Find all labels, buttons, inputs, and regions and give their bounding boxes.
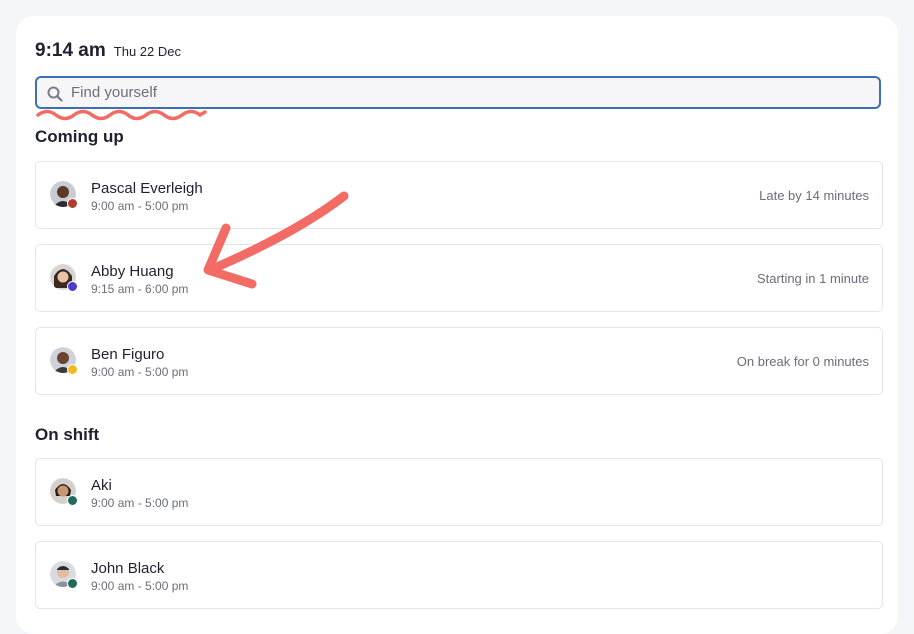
status-dot xyxy=(67,198,78,209)
person-name: Ben Figuro xyxy=(91,346,165,363)
status-dot xyxy=(67,495,78,506)
person-card-pascal[interactable]: Pascal Everleigh 9:00 am - 5:00 pm Late … xyxy=(35,161,883,229)
shift-hours: 9:00 am - 5:00 pm xyxy=(91,496,189,510)
shift-status: Starting in 1 minute xyxy=(756,271,869,286)
person-name: Pascal Everleigh xyxy=(91,180,203,197)
search-box[interactable] xyxy=(35,76,881,109)
app-frame: 9:14 am Thu 22 Dec Coming up Pascal Ever… xyxy=(16,16,898,634)
person-card-abby[interactable]: Abby Huang 9:15 am - 6:00 pm Starting in… xyxy=(35,244,883,312)
shift-hours: 9:00 am - 5:00 pm xyxy=(91,365,189,379)
status-dot xyxy=(67,578,78,589)
shift-hours: 9:00 am - 5:00 pm xyxy=(91,579,189,593)
shift-hours: 9:00 am - 5:00 pm xyxy=(91,199,189,213)
header: 9:14 am Thu 22 Dec xyxy=(35,40,181,62)
search-input[interactable] xyxy=(71,78,851,107)
person-name: Abby Huang xyxy=(91,263,174,280)
shift-status: Late by 14 minutes xyxy=(759,188,869,203)
person-card-ben[interactable]: Ben Figuro 9:00 am - 5:00 pm On break fo… xyxy=(35,327,883,395)
person-card-aki[interactable]: Aki 9:00 am - 5:00 pm xyxy=(35,458,883,526)
current-time: 9:14 am xyxy=(35,40,106,61)
search-icon xyxy=(47,86,63,102)
status-dot xyxy=(67,281,78,292)
status-dot xyxy=(67,364,78,375)
person-name: Aki xyxy=(91,477,112,494)
person-card-john[interactable]: John Black 9:00 am - 5:00 pm xyxy=(35,541,883,609)
shift-status: On break for 0 minutes xyxy=(736,354,869,369)
shift-hours: 9:15 am - 6:00 pm xyxy=(91,282,189,296)
section-title-on-shift: On shift xyxy=(35,425,100,444)
section-title-coming-up: Coming up xyxy=(35,127,124,146)
person-name: John Black xyxy=(91,560,165,577)
current-date: Thu 22 Dec xyxy=(113,44,181,59)
